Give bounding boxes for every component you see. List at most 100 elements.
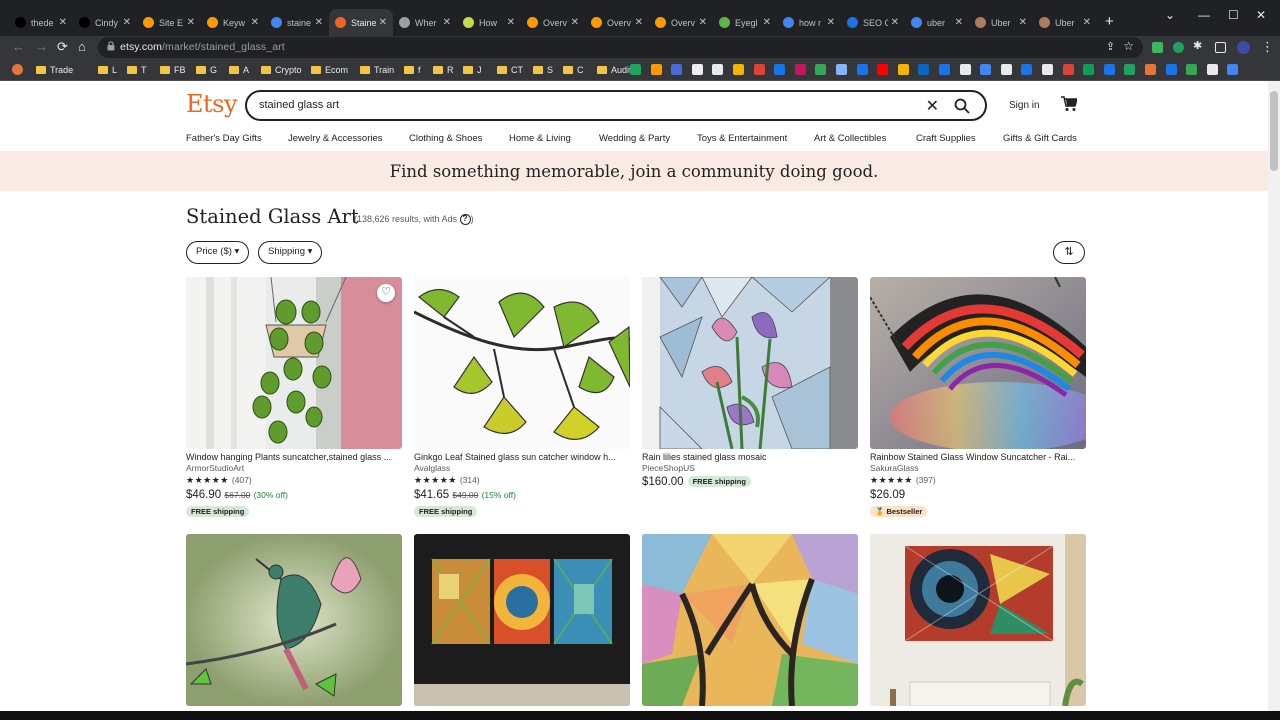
bookmark-favicon[interactable]	[733, 64, 744, 75]
bookmark-favicon[interactable]	[877, 64, 889, 75]
close-tab-icon[interactable]: ✕	[891, 17, 899, 28]
category-link[interactable]: Wedding & Party	[599, 133, 670, 144]
close-tab-icon[interactable]: ✕	[443, 17, 451, 28]
bookmark-folder[interactable]: A	[229, 63, 249, 77]
tab-14[interactable]: uber ✕	[905, 9, 969, 36]
close-tab-icon[interactable]: ✕	[571, 17, 579, 28]
bookmark-folder[interactable]: R	[433, 63, 454, 77]
bookmark-favicon[interactable]	[939, 64, 950, 75]
tab-11[interactable]: Eyegl ✕	[713, 9, 777, 36]
tab-6[interactable]: Wher ✕	[393, 9, 457, 36]
menu-kebab-icon[interactable]: ⋮	[1261, 39, 1274, 55]
listing-card[interactable]	[414, 534, 630, 706]
bookmark-folder[interactable]: C	[563, 63, 584, 77]
listing-title[interactable]: Rainbow Stained Glass Window Suncatcher …	[870, 452, 1086, 462]
bookmark-favicon[interactable]	[1227, 64, 1239, 75]
bookmark-favicon[interactable]	[1103, 64, 1115, 75]
bookmark-favicon[interactable]	[794, 64, 806, 75]
new-tab-button[interactable]: +	[1105, 14, 1114, 29]
category-link[interactable]: Toys & Entertainment	[697, 133, 787, 144]
bookmark-folder[interactable]: S	[533, 63, 553, 77]
bookmark-favicon[interactable]	[1145, 64, 1156, 75]
close-tab-icon[interactable]: ✕	[315, 17, 323, 28]
bookmark-favicon[interactable]	[650, 64, 662, 75]
cart-icon[interactable]	[1060, 96, 1077, 112]
category-link[interactable]: Clothing & Shoes	[409, 133, 482, 144]
search-box[interactable]: stained glass art ✕	[245, 90, 987, 121]
bookmark-folder[interactable]: Crypto	[261, 63, 302, 77]
bookmark-favicon[interactable]	[1021, 64, 1033, 75]
shop-name[interactable]: ArmorStudioArt	[186, 463, 402, 473]
shop-name[interactable]: Avalglass	[414, 463, 630, 473]
address-bar[interactable]: etsy.com/market/stained_glass_art ⇪ ☆	[98, 37, 1143, 58]
tab-10[interactable]: Overv ✕	[649, 9, 713, 36]
bookmark-favicon[interactable]	[897, 64, 909, 75]
close-tab-icon[interactable]: ✕	[251, 17, 259, 28]
bookmark-folder[interactable]: Trade	[36, 63, 73, 77]
listing-image[interactable]: ♡	[186, 277, 402, 449]
category-link[interactable]: Father's Day Gifts	[186, 133, 262, 144]
bookmark-folder[interactable]: CT	[497, 63, 523, 77]
maximize-button[interactable]: ☐	[1228, 8, 1239, 22]
shipping-filter-button[interactable]: Shipping ▾	[258, 241, 323, 264]
bookmark-folder[interactable]: L	[98, 63, 117, 77]
bookmark-folder[interactable]: Train	[360, 63, 394, 77]
shop-name[interactable]: SakuraGlass	[870, 463, 1086, 473]
bookmark-favicon[interactable]	[671, 64, 683, 75]
listing-image[interactable]	[186, 534, 402, 706]
favorite-heart-icon[interactable]: ♡	[377, 284, 395, 302]
bookmark-favicon[interactable]	[774, 64, 786, 75]
bookmark-favicon[interactable]	[1062, 64, 1074, 75]
bookmark-favicon[interactable]	[1083, 64, 1095, 75]
bookmark-favicon[interactable]	[980, 64, 992, 75]
tab-4[interactable]: staine ✕	[265, 9, 329, 36]
tab-5[interactable]: Staine ✕	[329, 9, 393, 36]
close-tab-icon[interactable]: ✕	[187, 17, 195, 28]
listing-title[interactable]: Ginkgo Leaf Stained glass sun catcher wi…	[414, 452, 630, 462]
tab-16[interactable]: Uber ✕	[1033, 9, 1097, 36]
bookmark-favicon[interactable]	[691, 64, 703, 75]
close-tab-icon[interactable]: ✕	[1083, 17, 1091, 28]
close-tab-icon[interactable]: ✕	[635, 17, 643, 28]
search-input[interactable]: stained glass art	[259, 99, 339, 111]
close-window-button[interactable]: ✕	[1256, 8, 1266, 22]
price-filter-button[interactable]: Price ($) ▾	[186, 241, 250, 264]
bookmark-favicon[interactable]	[815, 64, 827, 75]
side-panel-icon[interactable]	[1215, 42, 1226, 53]
listing-title[interactable]: Window hanging Plants suncatcher,stained…	[186, 452, 402, 462]
listing-card[interactable]: Rain lilies stained glass mosaic PieceSh…	[642, 277, 858, 488]
forward-button[interactable]: →	[35, 39, 48, 54]
close-tab-icon[interactable]: ✕	[763, 17, 771, 28]
bookmark-favicon[interactable]	[918, 64, 930, 75]
bookmark-favicon[interactable]	[959, 64, 971, 75]
tab-12[interactable]: how r ✕	[777, 9, 841, 36]
bookmark-folder[interactable]: Ecom	[311, 63, 348, 77]
home-icon[interactable]: ⌂	[78, 39, 86, 54]
category-link[interactable]: Home & Living	[509, 133, 571, 144]
close-tab-icon[interactable]: ✕	[699, 17, 707, 28]
help-icon[interactable]: ?	[459, 214, 471, 226]
bookmark-folder[interactable]: FB	[160, 63, 186, 77]
bookmark-folder[interactable]: J	[463, 63, 482, 77]
listing-card[interactable]	[870, 534, 1086, 706]
tab-3[interactable]: Keyw ✕	[201, 9, 265, 36]
grammarly-icon[interactable]	[1173, 42, 1184, 53]
bookmark-folder[interactable]: Audit	[597, 63, 632, 77]
category-link[interactable]: Craft Supplies	[916, 133, 976, 144]
etsy-logo[interactable]: Etsy	[186, 90, 238, 118]
bookmark-favicon[interactable]	[1000, 64, 1012, 75]
bookmark-favicon[interactable]	[12, 64, 23, 75]
bookmark-favicon[interactable]	[1042, 64, 1053, 75]
tab-15[interactable]: Uber ✕	[969, 9, 1033, 36]
profile-avatar[interactable]	[1237, 41, 1250, 54]
category-link[interactable]: Art & Collectibles	[814, 133, 886, 144]
tab-7[interactable]: How ✕	[457, 9, 521, 36]
bookmark-favicon[interactable]	[753, 64, 765, 75]
listing-card[interactable]: ♡ Window hanging Plants suncatcher,stain…	[186, 277, 402, 519]
tab-2[interactable]: Site E ✕	[137, 9, 201, 36]
bookmark-favicon[interactable]	[630, 64, 641, 75]
listing-image[interactable]	[642, 534, 858, 706]
tab-13[interactable]: SEO C✕	[841, 9, 905, 36]
bookmark-folder[interactable]: T	[127, 63, 147, 77]
listing-image[interactable]	[414, 534, 630, 706]
